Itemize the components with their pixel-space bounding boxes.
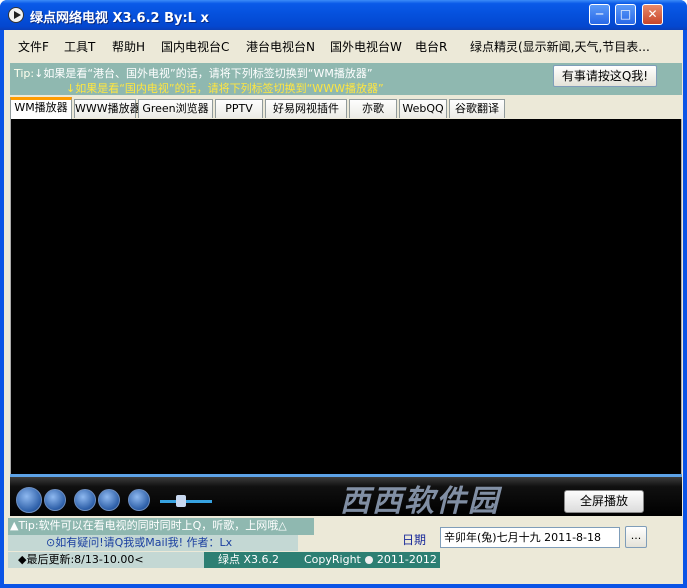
tip-line-1: Tip:↓如果是看“港台、国外电视”的话，请将下列标签切换到“WM播放器” xyxy=(14,65,373,81)
status-last-update: ◆最后更新:8/13-10.00< xyxy=(8,552,204,568)
copyright-label: CopyRight xyxy=(304,553,361,566)
volume-slider[interactable] xyxy=(160,500,212,503)
title-bar[interactable]: 绿点网络电视 X3.6.2 By:L x ─ □ ✕ xyxy=(0,0,687,30)
close-button[interactable]: ✕ xyxy=(642,4,663,25)
tab-google-translate[interactable]: 谷歌翻译 xyxy=(449,99,505,118)
tip-label: Tip: xyxy=(14,67,35,80)
client-area: 文件F 工具T 帮助H 国内电视台C 港台电视台N 国外电视台W 电台R 绿点精… xyxy=(4,30,683,584)
tip-text-1: ↓如果是看“港台、国外电视”的话，请将下列标签切换到“WM播放器” xyxy=(34,67,373,80)
tab-www-player[interactable]: WWW播放器 xyxy=(74,99,141,118)
tab-wm-player[interactable]: WM播放器 xyxy=(10,97,72,119)
menu-file[interactable]: 文件F xyxy=(18,38,49,55)
tab-strip: WM播放器 WWW播放器 Green浏览器 PPTV 好易网视插件 亦歌 Web… xyxy=(10,97,680,119)
mute-icon[interactable] xyxy=(128,489,150,511)
menu-foreign-tv[interactable]: 国外电视台W xyxy=(330,38,402,55)
maximize-button[interactable]: □ xyxy=(615,4,636,25)
next-icon[interactable] xyxy=(98,489,120,511)
tab-yige[interactable]: 亦歌 xyxy=(349,99,397,118)
app-play-icon xyxy=(8,7,24,23)
status-bar: ◆最后更新:8/13-10.00< 绿点 X3.6.2 CopyRight 201… xyxy=(8,552,440,568)
status-version: 绿点 X3.6.2 xyxy=(218,553,280,566)
menu-help[interactable]: 帮助H xyxy=(112,38,145,55)
copyright-dot-icon xyxy=(364,556,373,564)
previous-icon[interactable] xyxy=(74,489,96,511)
help-contact-link[interactable]: ⊙如有疑问!请Q我或Mail我! 作者：Lx xyxy=(8,535,298,551)
fullscreen-button[interactable]: 全屏播放 xyxy=(564,490,644,513)
menu-radio[interactable]: 电台R xyxy=(415,38,447,55)
play-icon[interactable] xyxy=(16,487,42,513)
minimize-button[interactable]: ─ xyxy=(589,4,610,25)
window-title: 绿点网络电视 X3.6.2 By:L x xyxy=(30,11,209,26)
status-copyright: CopyRight 2011-2012 xyxy=(304,552,437,567)
tab-webqq[interactable]: WebQQ xyxy=(399,99,447,118)
menu-domestic-tv[interactable]: 国内电视台C xyxy=(161,38,229,55)
stop-icon[interactable] xyxy=(44,489,66,511)
watermark-logo: 西西软件园 xyxy=(340,484,500,519)
date-label: 日期 xyxy=(402,533,427,547)
bottom-tip: ▲Tip:软件可以在看电视的同时同时上Q，听歌，上网哦△ xyxy=(8,518,314,535)
date-field[interactable]: 辛卯年(兔)七月十九 2011-8-18 xyxy=(440,527,620,548)
menu-tools[interactable]: 工具T xyxy=(64,38,95,55)
tip-line-2: ↓如果是看“国内电视”的话，请将下列标签切换到“WWW播放器” xyxy=(66,82,384,95)
video-player[interactable] xyxy=(10,119,682,474)
tab-green-browser[interactable]: Green浏览器 xyxy=(138,99,213,118)
menu-sprite[interactable]: 绿点精灵(显示新闻,天气,节目表... xyxy=(470,38,650,55)
date-picker-button[interactable]: ... xyxy=(625,526,647,548)
menu-bar: 文件F 工具T 帮助H 国内电视台C 港台电视台N 国外电视台W 电台R 绿点精… xyxy=(4,38,683,56)
player-controls: 西西软件园 全屏播放 xyxy=(10,474,682,519)
tab-pptv[interactable]: PPTV xyxy=(215,99,263,118)
menu-hktw-tv[interactable]: 港台电视台N xyxy=(246,38,315,55)
tab-haoyi-plugin[interactable]: 好易网视插件 xyxy=(265,99,347,118)
app-window: 绿点网络电视 X3.6.2 By:L x ─ □ ✕ 文件F 工具T 帮助H 国… xyxy=(0,0,687,588)
copyright-years: 2011-2012 xyxy=(376,553,437,566)
volume-slider-thumb[interactable] xyxy=(176,495,186,507)
contact-qq-button[interactable]: 有事请按这Q我! xyxy=(553,65,657,87)
